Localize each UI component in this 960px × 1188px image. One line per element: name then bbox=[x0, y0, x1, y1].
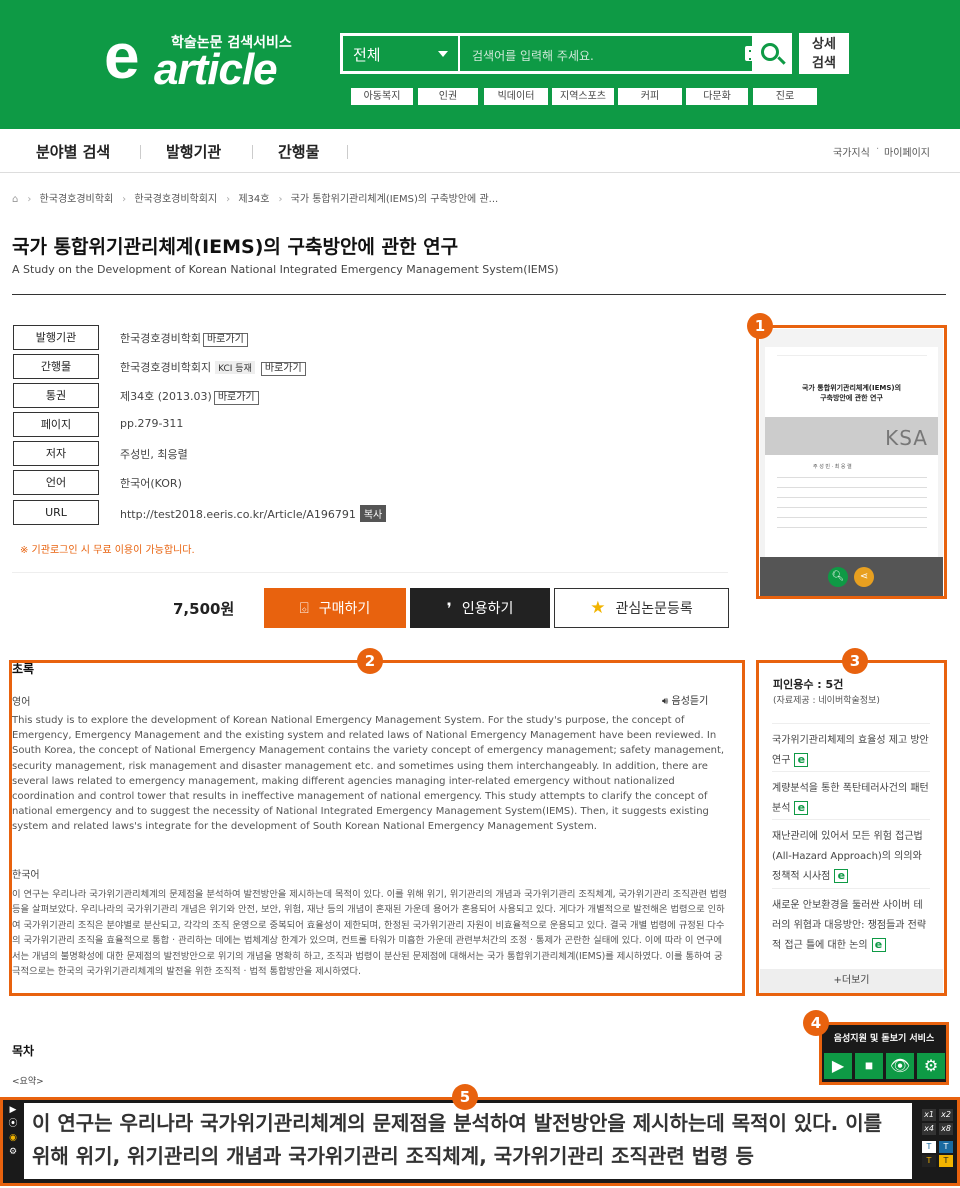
meta-row-url: URL http://test2018.eeris.co.kr/Article/… bbox=[13, 500, 733, 525]
logo-article: article bbox=[154, 45, 278, 94]
breadcrumb-separator: › bbox=[27, 194, 32, 205]
breadcrumb-item[interactable]: 한국경호경비학회지 bbox=[134, 194, 217, 205]
search-icon bbox=[761, 42, 779, 61]
nav-link-national-knowledge[interactable]: 국가지식 bbox=[833, 144, 870, 159]
logo-e: e bbox=[104, 20, 140, 92]
annotation-frame-2 bbox=[9, 660, 745, 996]
nav-link-mypage[interactable]: 마이페이지 bbox=[884, 144, 930, 159]
main-nav: 분야별 검색 발행기관 간행물 국가지식 · 마이페이지 bbox=[0, 129, 960, 173]
keyword-chip[interactable]: 아동복지 bbox=[351, 88, 413, 105]
favorite-label: 관심논문등록 bbox=[615, 601, 693, 617]
nav-divider bbox=[347, 145, 348, 159]
nav-divider bbox=[252, 145, 253, 159]
annotation-badge-5: 5 bbox=[452, 1084, 478, 1110]
title-divider bbox=[12, 294, 946, 295]
toc-item[interactable]: <요약> bbox=[12, 1074, 44, 1087]
advanced-search-label-2: 검색 bbox=[812, 56, 836, 71]
search-scope-select[interactable]: 전체 bbox=[343, 36, 460, 71]
annotation-badge-4: 4 bbox=[803, 1010, 829, 1036]
search-scope-value: 전체 bbox=[353, 46, 381, 64]
header: e article 학술논문 검색서비스 전체 검색어를 입력해 주세요. 상세… bbox=[0, 0, 960, 129]
nav-item-field-search[interactable]: 분야별 검색 bbox=[36, 141, 110, 162]
annotation-badge-2: 2 bbox=[357, 648, 383, 674]
search-placeholder: 검색어를 입력해 주세요. bbox=[472, 49, 594, 63]
chevron-down-icon bbox=[438, 51, 448, 57]
keyword-chip[interactable]: 인권 bbox=[418, 88, 478, 105]
basket-icon: ⌺ bbox=[299, 599, 309, 617]
buy-label: 구매하기 bbox=[318, 601, 371, 617]
meta-label: 간행물 bbox=[13, 354, 99, 379]
breadcrumb: ⌂ › 한국경호경비학회 › 한국경호경비학회지 › 제34호 › 국가 통합위기관리체… bbox=[12, 190, 502, 205]
copy-url-button[interactable]: 복사 bbox=[359, 505, 387, 522]
meta-row-journal: 간행물 한국경호경비학회지 KCI 등재 바로가기 bbox=[13, 354, 733, 379]
star-icon: ★ bbox=[590, 598, 606, 618]
kci-badge: KCI 등재 bbox=[215, 361, 255, 374]
toc-heading: 목차 bbox=[12, 1044, 35, 1058]
annotation-frame-1 bbox=[756, 325, 947, 599]
breadcrumb-separator: › bbox=[278, 194, 283, 205]
meta-label: 언어 bbox=[13, 470, 99, 495]
advanced-search-label-1: 상세 bbox=[812, 37, 836, 52]
annotation-frame-4 bbox=[819, 1022, 949, 1085]
section-divider bbox=[12, 572, 728, 573]
favorite-button[interactable]: ★ 관심논문등록 bbox=[554, 588, 729, 628]
meta-label: 페이지 bbox=[13, 412, 99, 437]
quote-icon: ❜ bbox=[446, 598, 452, 618]
keyword-chip[interactable]: 커피 bbox=[618, 88, 682, 105]
meta-value: pp.279-311 bbox=[120, 417, 184, 430]
logo-tagline: 학술논문 검색서비스 bbox=[171, 35, 292, 51]
annotation-badge-3: 3 bbox=[842, 648, 868, 674]
meta-row-issue: 통권 제34호 (2013.03) 바로가기 bbox=[13, 383, 733, 408]
keyword-chip[interactable]: 다문화 bbox=[686, 88, 748, 105]
institution-notice: ※ 기관로그인 시 무료 이용이 가능합니다. bbox=[20, 545, 195, 556]
cite-button[interactable]: ❜ 인용하기 bbox=[410, 588, 550, 628]
issue-goto-link[interactable]: 바로가기 bbox=[213, 391, 259, 405]
cite-label: 인용하기 bbox=[461, 601, 514, 617]
meta-value[interactable]: 주성빈, 최응렬 bbox=[120, 446, 188, 462]
search-button[interactable] bbox=[752, 33, 792, 74]
price: 7,500원 bbox=[173, 600, 235, 618]
meta-label: 통권 bbox=[13, 383, 99, 408]
annotation-badge-1: 1 bbox=[747, 313, 773, 339]
meta-row-authors: 저자 주성빈, 최응렬 bbox=[13, 441, 733, 466]
breadcrumb-item[interactable]: 한국경호경비학회 bbox=[40, 194, 114, 205]
breadcrumb-separator: › bbox=[226, 194, 231, 205]
annotation-frame-5 bbox=[0, 1097, 960, 1186]
home-icon[interactable]: ⌂ bbox=[12, 194, 18, 205]
meta-value: 제34호 (2013.03) bbox=[120, 390, 212, 403]
breadcrumb-current: 국가 통합위기관리체계(IEMS)의 구축방안에 관... bbox=[290, 194, 499, 205]
meta-row-language: 언어 한국어(KOR) bbox=[13, 470, 733, 495]
meta-label: URL bbox=[13, 500, 99, 525]
page-subtitle: A Study on the Development of Korean Nat… bbox=[12, 263, 559, 276]
page-title: 국가 통합위기관리체계(IEMS)의 구축방안에 관한 연구 bbox=[12, 236, 459, 258]
nav-right-separator: · bbox=[876, 144, 880, 155]
search-input[interactable]: 검색어를 입력해 주세요. bbox=[460, 36, 789, 71]
publisher-goto-link[interactable]: 바로가기 bbox=[202, 333, 248, 347]
meta-label: 발행기관 bbox=[13, 325, 99, 350]
meta-row-pages: 페이지 pp.279-311 bbox=[13, 412, 733, 437]
meta-value: 한국경호경비학회지 bbox=[120, 361, 212, 374]
meta-label: 저자 bbox=[13, 441, 99, 466]
meta-row-publisher: 발행기관 한국경호경비학회 바로가기 bbox=[13, 325, 733, 350]
meta-value: http://test2018.eeris.co.kr/Article/A196… bbox=[120, 508, 356, 521]
eartice-logo[interactable]: e article 학술논문 검색서비스 bbox=[104, 24, 304, 94]
nav-item-publishers[interactable]: 발행기관 bbox=[166, 141, 221, 162]
meta-value: 한국어(KOR) bbox=[120, 477, 182, 490]
annotation-frame-3 bbox=[756, 660, 947, 996]
nav-item-journals[interactable]: 간행물 bbox=[278, 141, 319, 162]
buy-button[interactable]: ⌺ 구매하기 bbox=[264, 588, 406, 628]
breadcrumb-separator: › bbox=[122, 194, 127, 205]
journal-goto-link[interactable]: 바로가기 bbox=[260, 362, 306, 376]
search-bar: 전체 검색어를 입력해 주세요. bbox=[340, 33, 792, 74]
advanced-search-button[interactable]: 상세 검색 bbox=[799, 33, 849, 74]
keyword-chip[interactable]: 진로 bbox=[753, 88, 817, 105]
keyword-chip[interactable]: 지역스포츠 bbox=[552, 88, 614, 105]
meta-value: 한국경호경비학회 bbox=[120, 332, 201, 345]
keyword-chip[interactable]: 빅데이터 bbox=[484, 88, 548, 105]
nav-divider bbox=[140, 145, 141, 159]
breadcrumb-item[interactable]: 제34호 bbox=[238, 194, 269, 205]
